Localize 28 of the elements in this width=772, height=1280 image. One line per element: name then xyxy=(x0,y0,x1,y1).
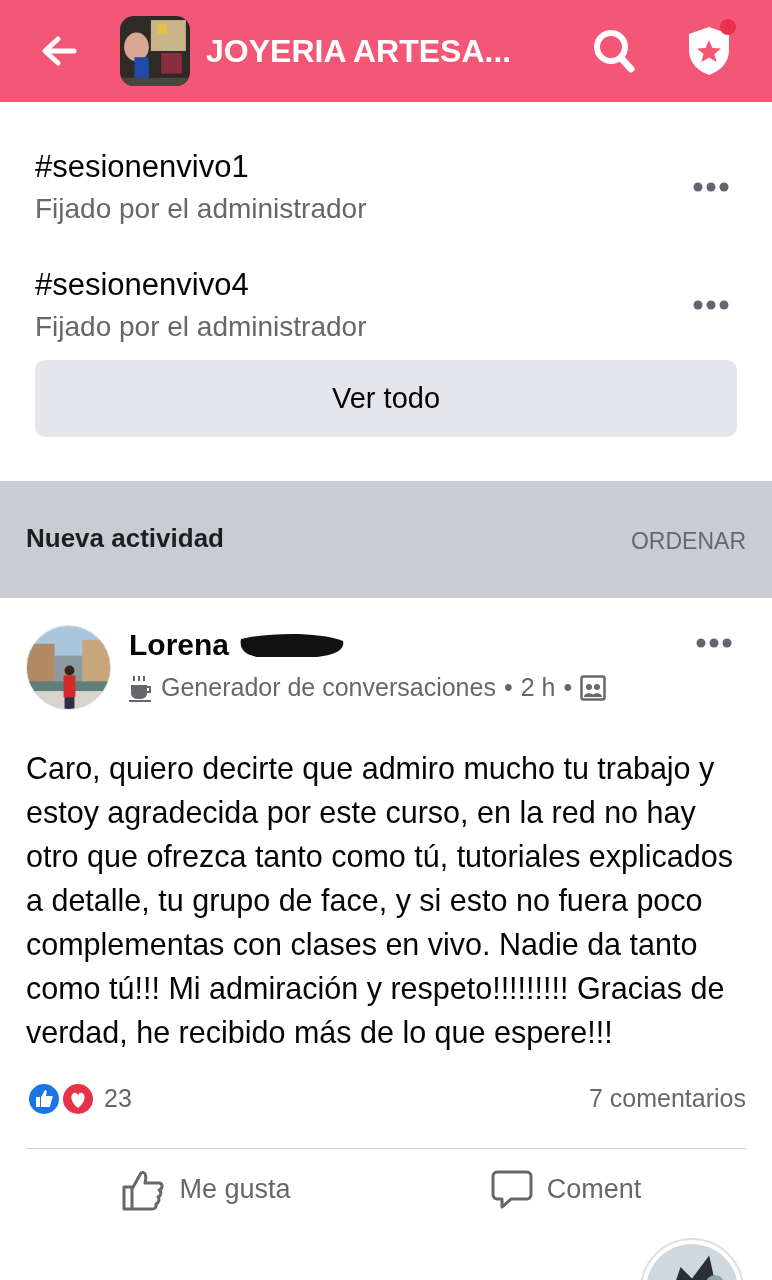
see-all-button[interactable]: Ver todo xyxy=(35,360,737,437)
speech-bubble-icon xyxy=(490,1168,533,1211)
pinned-post-title[interactable]: #sesionenvivo1 xyxy=(35,145,367,189)
author-name[interactable]: Lorena xyxy=(129,625,230,665)
reaction-count[interactable]: 23 xyxy=(104,1080,132,1118)
like-button[interactable]: Me gusta xyxy=(26,1148,386,1211)
comment-count[interactable]: 7 comentarios xyxy=(588,1080,746,1118)
sort-link[interactable]: ORDENAR xyxy=(631,523,746,558)
more-icon[interactable] xyxy=(696,638,732,648)
search-icon[interactable] xyxy=(592,28,636,74)
group-members-icon xyxy=(580,674,607,701)
separator-dot: • xyxy=(563,672,573,703)
pinned-label: Fijado por el administrador xyxy=(35,310,367,344)
shield-star-icon[interactable] xyxy=(686,25,732,77)
pinned-post-title[interactable]: #sesionenvivo4 xyxy=(35,263,367,307)
pinned-label: Fijado por el administrador xyxy=(35,192,367,226)
post-text: Caro, quiero decirte que admiro mucho tu trabajo y estoy agradecida por este curso, en la red no hay otro que ofrezca tanto como tú, tutoriales explicados a detalle, tu grupo de face, y si esto no fuera poco complementas con clases en vivo. Nadie da tanto como tú!!! Mi admiración y respeto!!!!!!!!! Gracias de verdad, he recibido más de lo que espere!!! xyxy=(26,750,734,1052)
back-arrow-icon[interactable] xyxy=(40,35,78,67)
post-time[interactable]: 2 h xyxy=(520,669,556,707)
group-title[interactable]: JOYERIA ARTESA... xyxy=(206,27,512,75)
more-icon[interactable] xyxy=(693,182,729,192)
section-title: Nueva actividad xyxy=(26,522,224,555)
coffee-cup-icon xyxy=(129,673,153,702)
member-role-label: Generador de conversaciones xyxy=(161,672,496,703)
separator-dot: • xyxy=(503,672,513,703)
more-icon[interactable] xyxy=(693,300,729,310)
comment-button[interactable]: Coment xyxy=(386,1148,746,1211)
thumbs-up-icon xyxy=(121,1168,166,1211)
